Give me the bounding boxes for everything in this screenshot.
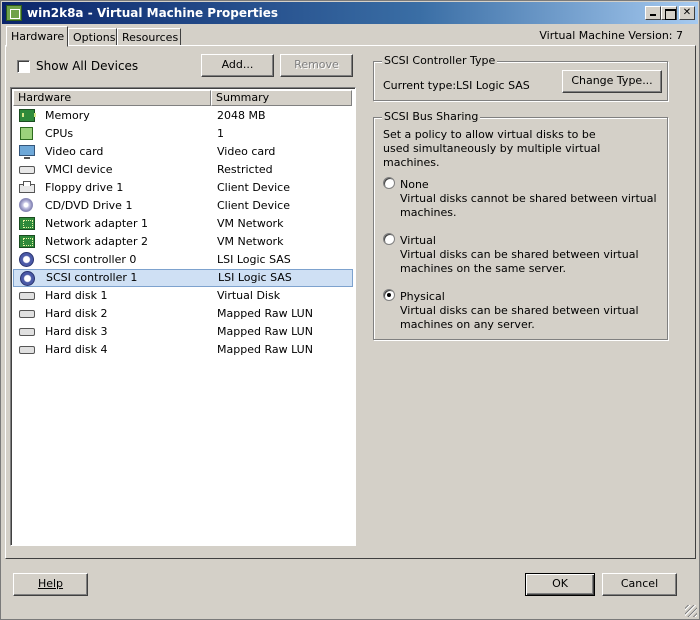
radio-physical-description: Virtual disks can be shared between virt… [400,304,639,331]
window-title: win2k8a - Virtual Machine Properties [27,6,279,20]
row-name: Network adapter 2 [45,235,148,248]
row-summary: Client Device [217,199,290,212]
row-summary: Mapped Raw LUN [217,325,313,338]
cancel-button[interactable]: Cancel [602,573,677,596]
tab-options[interactable]: Options [68,28,117,46]
hardware-row-cd-dvd-drive[interactable]: CD/DVD Drive 1 Client Device [13,197,353,215]
row-name: Video card [45,145,104,158]
scsi-controller-type-title: SCSI Controller Type [382,54,498,67]
radio-virtual-label[interactable]: Virtual [400,234,436,247]
minimize-button[interactable] [645,6,661,20]
tab-hardware[interactable]: Hardware [6,26,68,47]
row-name: CD/DVD Drive 1 [45,199,133,212]
scsi-icon [19,252,34,267]
hardware-row-network-adapter-2[interactable]: Network adapter 2 VM Network [13,233,353,251]
floppy-icon [19,181,35,193]
row-name: Hard disk 1 [45,289,108,302]
radio-physical[interactable] [383,289,395,301]
device-icon [19,166,35,174]
bus-sharing-description: Set a policy to allow virtual disks to b… [383,128,601,169]
row-summary: VM Network [217,235,284,248]
row-summary: LSI Logic SAS [217,253,291,266]
radio-physical-label[interactable]: Physical [400,290,445,303]
radio-virtual[interactable] [383,233,395,245]
radio-none-description: Virtual disks cannot be shared between v… [400,192,657,219]
remove-button[interactable]: Remove [280,54,353,77]
scsi-icon [20,271,35,286]
hardware-list[interactable]: Hardware Summary Memory 2048 MB CPUs 1 V… [10,87,356,546]
hardware-row-memory[interactable]: Memory 2048 MB [13,107,353,125]
row-summary: 2048 MB [217,109,266,122]
hardware-row-floppy-drive[interactable]: Floppy drive 1 Client Device [13,179,353,197]
show-all-devices-label[interactable]: Show All Devices [36,59,138,73]
row-name: Memory [45,109,90,122]
change-type-button[interactable]: Change Type... [562,70,662,93]
row-name: Network adapter 1 [45,217,148,230]
vm-version-label: Virtual Machine Version: 7 [539,29,683,42]
disk-icon [19,292,35,300]
hardware-row-hard-disk-2[interactable]: Hard disk 2 Mapped Raw LUN [13,305,353,323]
help-button[interactable]: Help [13,573,88,596]
row-summary: Virtual Disk [217,289,281,302]
resize-grip[interactable] [685,605,697,617]
row-name: Hard disk 3 [45,325,108,338]
row-summary: Mapped Raw LUN [217,307,313,320]
help-button-label: Help [37,577,64,590]
add-button[interactable]: Add... [201,54,274,77]
hardware-row-hard-disk-1[interactable]: Hard disk 1 Virtual Disk [13,287,353,305]
scsi-bus-sharing-group: SCSI Bus Sharing Set a policy to allow v… [373,110,668,340]
row-name: Floppy drive 1 [45,181,124,194]
hardware-row-hard-disk-4[interactable]: Hard disk 4 Mapped Raw LUN [13,341,353,359]
network-icon [19,217,35,230]
network-icon [19,235,35,248]
hardware-row-scsi-controller-1[interactable]: SCSI controller 1 LSI Logic SAS [13,269,353,287]
hardware-row-scsi-controller-0[interactable]: SCSI controller 0 LSI Logic SAS [13,251,353,269]
row-summary: Client Device [217,181,290,194]
row-summary: Restricted [217,163,273,176]
disk-icon [19,346,35,354]
cd-icon [19,198,33,212]
scsi-bus-sharing-title: SCSI Bus Sharing [382,110,481,123]
memory-icon [19,109,36,122]
row-summary: 1 [217,127,224,140]
row-summary: VM Network [217,217,284,230]
properties-window: win2k8a - Virtual Machine Properties ✕ H… [0,0,700,620]
ok-button[interactable]: OK [525,573,595,596]
show-all-devices-checkbox[interactable] [17,60,30,73]
row-name: SCSI controller 0 [45,253,137,266]
close-button[interactable]: ✕ [679,6,695,20]
title-bar[interactable]: win2k8a - Virtual Machine Properties ✕ [2,2,698,24]
row-name: SCSI controller 1 [46,271,138,284]
hardware-row-vmci-device[interactable]: VMCI device Restricted [13,161,353,179]
row-summary: Video card [217,145,276,158]
row-name: CPUs [45,127,74,140]
cpu-icon [20,127,33,140]
row-name: VMCI device [45,163,113,176]
radio-virtual-description: Virtual disks can be shared between virt… [400,248,639,275]
row-summary: LSI Logic SAS [218,271,292,284]
radio-none[interactable] [383,177,395,189]
disk-icon [19,328,35,336]
hardware-row-hard-disk-3[interactable]: Hard disk 3 Mapped Raw LUN [13,323,353,341]
hardware-row-network-adapter-1[interactable]: Network adapter 1 VM Network [13,215,353,233]
hardware-row-cpus[interactable]: CPUs 1 [13,125,353,143]
disk-icon [19,310,35,318]
row-name: Hard disk 4 [45,343,108,356]
current-type-label: Current type: [383,79,457,92]
column-header-hardware[interactable]: Hardware [13,90,211,106]
monitor-icon [19,145,35,159]
radio-none-label[interactable]: None [400,178,429,191]
vm-app-icon [6,5,22,21]
current-type-value: LSI Logic SAS [456,79,530,92]
tab-resources[interactable]: Resources [117,28,181,46]
maximize-button[interactable] [661,6,677,20]
column-header-summary[interactable]: Summary [211,90,352,106]
row-name: Hard disk 2 [45,307,108,320]
hardware-row-video-card[interactable]: Video card Video card [13,143,353,161]
row-summary: Mapped Raw LUN [217,343,313,356]
